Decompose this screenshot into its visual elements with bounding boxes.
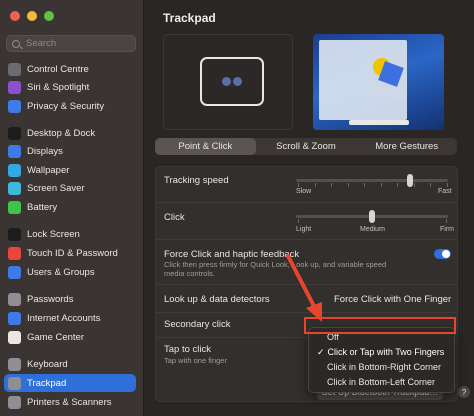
checkmark-icon: ✓ [317, 347, 325, 357]
finger-dot [233, 77, 242, 86]
sidebar-item-label: Battery [27, 201, 58, 213]
tab-scroll-zoom[interactable]: Scroll & Zoom [256, 138, 357, 155]
sidebar-item-game-center[interactable]: Game Center [4, 328, 136, 346]
users-icon [8, 265, 21, 279]
minimize-button[interactable] [27, 11, 37, 21]
fast-label: Fast [438, 188, 452, 195]
menu-item-bottom-right[interactable]: Click in Bottom-Right Corner [327, 362, 441, 372]
tap-to-click-description: Tap with one finger [164, 356, 227, 365]
lookup-popup[interactable]: Force Click with One Finger [334, 294, 452, 305]
lookup-label: Look up & data detectors [164, 294, 270, 305]
sidebar-item-label: Control Centre [27, 63, 89, 75]
tab-point-click[interactable]: Point & Click [155, 138, 256, 155]
displays-icon [8, 144, 21, 158]
at-icon [8, 311, 21, 325]
sidebar: Search Control Centre Siri & Spotlight Pri… [0, 0, 144, 416]
sidebar-item-touch-id-password[interactable]: Touch ID & Password [4, 244, 136, 262]
click-stop-medium: Medium [360, 226, 385, 233]
keyboard-icon [8, 357, 21, 371]
wallpaper-icon [8, 163, 21, 177]
key-icon [8, 292, 21, 306]
sidebar-item-label: Desktop & Dock [27, 127, 96, 139]
demo-video-preview [313, 34, 444, 130]
sidebar-item-label: Privacy & Security [27, 100, 105, 112]
page-title: Trackpad [163, 11, 216, 25]
fingerprint-icon [8, 246, 21, 260]
sidebar-item-wallpaper[interactable]: Wallpaper [4, 161, 136, 179]
annotation-arrow-icon [286, 254, 322, 322]
desktop-dock-icon [8, 126, 21, 140]
battery-icon [8, 200, 21, 214]
control-centre-icon [8, 62, 21, 76]
sidebar-item-lock-screen[interactable]: Lock Screen [4, 225, 136, 243]
force-click-label: Force Click and haptic feedback [164, 249, 300, 260]
secondary-click-menu: Off ✓ Click or Tap with Two Fingers Click… [308, 327, 455, 393]
sidebar-item-users-groups[interactable]: Users & Groups [4, 263, 136, 281]
finger-dot [222, 77, 231, 86]
sidebar-item-label: Lock Screen [27, 228, 80, 240]
sidebar-item-privacy-security[interactable]: Privacy & Security [4, 97, 136, 115]
sidebar-item-label: Users & Groups [27, 266, 95, 278]
sidebar-item-siri-spotlight[interactable]: Siri & Spotlight [4, 78, 136, 96]
menu-item-two-fingers[interactable]: ✓ Click or Tap with Two Fingers [317, 347, 444, 358]
tracking-speed-knob[interactable] [407, 174, 413, 187]
tab-more-gestures[interactable]: More Gestures [356, 138, 457, 155]
sidebar-item-passwords[interactable]: Passwords [4, 290, 136, 308]
menu-item-bottom-left[interactable]: Click in Bottom-Left Corner [327, 377, 435, 387]
sidebar-item-label: Game Center [27, 331, 85, 343]
close-button[interactable] [10, 11, 20, 21]
sidebar-item-label: Keyboard [27, 358, 68, 370]
sidebar-item-label: Internet Accounts [27, 312, 101, 324]
lock-icon [8, 227, 21, 241]
click-stop-light: Light [296, 226, 312, 233]
sidebar-item-label: Passwords [27, 293, 74, 305]
sidebar-item-printers-scanners[interactable]: Printers & Scanners [4, 393, 136, 411]
sidebar-item-label: Trackpad [27, 377, 67, 389]
trackpad-icon [8, 376, 21, 390]
sidebar-item-keyboard[interactable]: Keyboard [4, 355, 136, 373]
sidebar-item-control-centre[interactable]: Control Centre [4, 60, 136, 78]
click-label: Click [164, 212, 185, 223]
screen-saver-icon [8, 181, 21, 195]
sidebar-item-battery[interactable]: Battery [4, 198, 136, 216]
click-stop-firm: Firm [440, 226, 454, 233]
search-input[interactable]: Search [6, 35, 136, 52]
tap-to-click-label: Tap to click [164, 344, 211, 355]
slow-label: Slow [296, 188, 312, 195]
trackpad-illustration [200, 57, 264, 106]
game-center-icon [8, 330, 21, 344]
siri-icon [8, 80, 21, 94]
sidebar-item-internet-accounts[interactable]: Internet Accounts [4, 309, 136, 327]
tracking-speed-label: Tracking speed [164, 175, 229, 186]
sidebar-item-desktop-dock[interactable]: Desktop & Dock [4, 124, 136, 142]
force-click-toggle[interactable] [434, 249, 451, 259]
sidebar-item-displays[interactable]: Displays [4, 142, 136, 160]
sidebar-item-screen-saver[interactable]: Screen Saver [4, 179, 136, 197]
sidebar-item-label: Displays [27, 145, 63, 157]
search-icon [12, 39, 20, 48]
sidebar-item-label: Printers & Scanners [27, 396, 112, 408]
click-knob[interactable] [369, 210, 375, 223]
sidebar-item-label: Touch ID & Password [27, 247, 118, 259]
sidebar-item-trackpad[interactable]: Trackpad [4, 374, 136, 392]
zoom-button[interactable] [44, 11, 54, 21]
privacy-hand-icon [8, 99, 21, 113]
search-placeholder: Search [26, 38, 57, 49]
sidebar-item-label: Wallpaper [27, 164, 70, 176]
secondary-click-label: Secondary click [164, 319, 231, 330]
tab-bar: Point & Click Scroll & Zoom More Gesture… [155, 138, 457, 155]
printer-icon [8, 395, 21, 409]
gesture-preview [163, 34, 293, 130]
sidebar-item-label: Siri & Spotlight [27, 81, 90, 93]
sidebar-item-label: Screen Saver [27, 182, 85, 194]
tracking-speed-slider[interactable] [296, 179, 448, 182]
help-button[interactable]: ? [458, 386, 470, 398]
window-controls [10, 11, 54, 21]
